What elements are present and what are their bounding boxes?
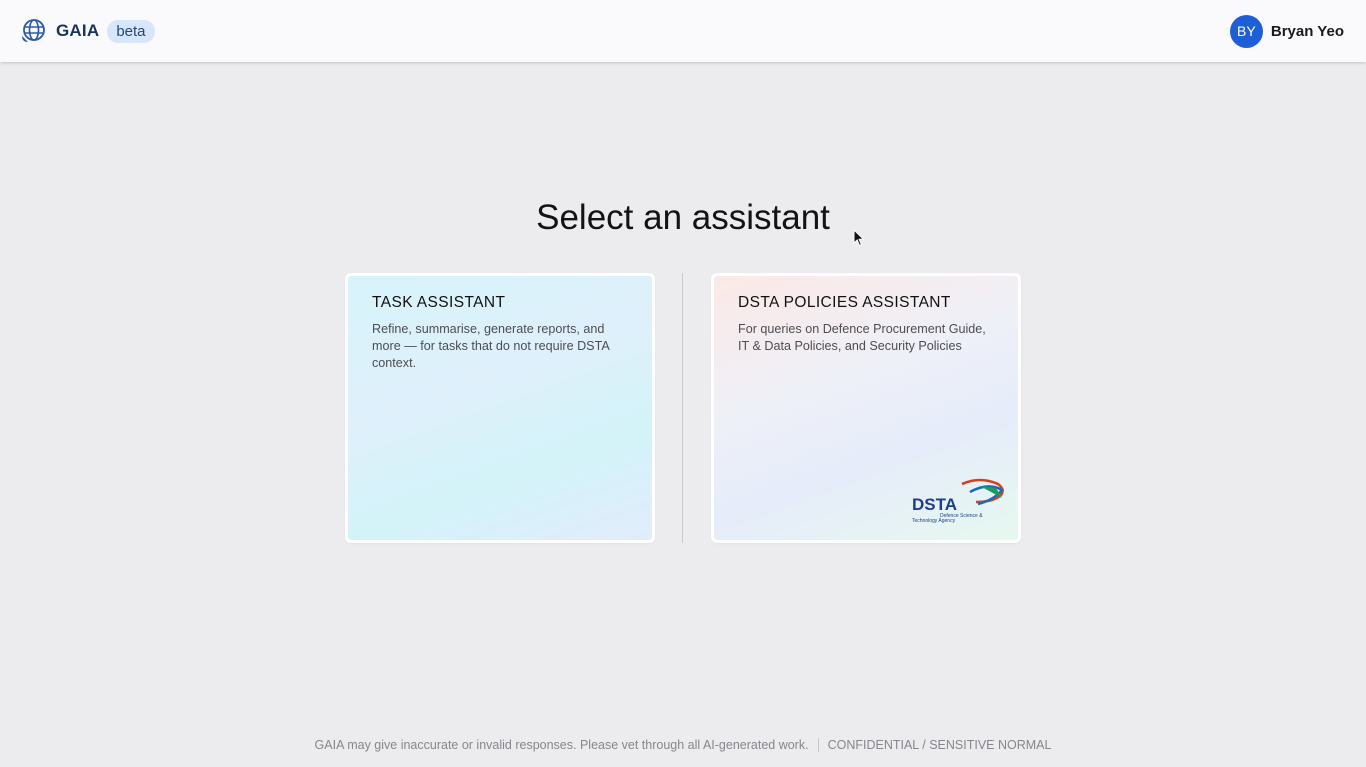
brand[interactable]: GAIA beta [20, 18, 155, 44]
svg-text:DSTA: DSTA [912, 495, 957, 514]
task-assistant-card[interactable]: TASK ASSISTANT Refine, summarise, genera… [345, 273, 655, 543]
card-description: For queries on Defence Procurement Guide… [738, 322, 986, 353]
footer: GAIA may give inaccurate or invalid resp… [0, 738, 1366, 752]
dsta-policies-assistant-card[interactable]: DSTA POLICIES ASSISTANT For queries on D… [711, 273, 1021, 543]
top-bar: GAIA beta BY Bryan Yeo [0, 0, 1366, 62]
globe-chat-icon [20, 18, 46, 44]
svg-text:Technology Agency: Technology Agency [912, 518, 956, 524]
dsta-logo: DSTA Defence Science & Technology Agency [912, 478, 1004, 524]
card-title: DSTA POLICIES ASSISTANT [738, 294, 951, 311]
disclaimer-text: GAIA may give inaccurate or invalid resp… [314, 738, 809, 752]
avatar[interactable]: BY [1229, 14, 1263, 48]
card-divider [682, 273, 683, 543]
user-menu[interactable]: BY Bryan Yeo [1229, 14, 1344, 48]
assistant-cards: TASK ASSISTANT Refine, summarise, genera… [345, 273, 1022, 543]
app-name: GAIA [56, 21, 100, 40]
classification-label: CONFIDENTIAL / SENSITIVE NORMAL [827, 738, 1052, 752]
page-title: Select an assistant [536, 198, 830, 237]
card-title: TASK ASSISTANT [372, 294, 506, 311]
footer-separator [817, 738, 819, 752]
mouse-cursor-icon [853, 229, 865, 247]
card-description: Refine, summarise, generate reports, and… [372, 322, 610, 370]
beta-badge: beta [107, 19, 155, 43]
user-name: Bryan Yeo [1270, 22, 1344, 40]
